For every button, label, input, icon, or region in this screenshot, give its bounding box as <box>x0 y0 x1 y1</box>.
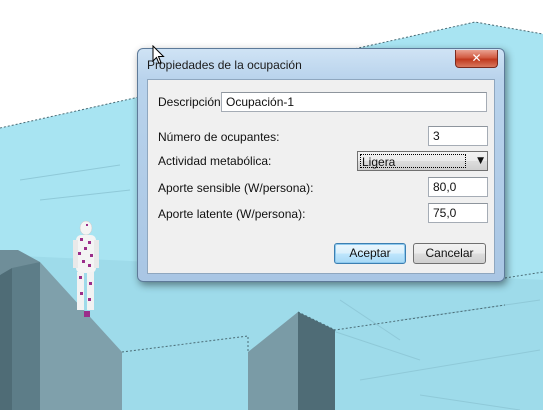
actividad-metabolica-label: Actividad metabólica: <box>158 154 272 168</box>
wall-left-inner <box>0 268 12 410</box>
actividad-metabolica-value: Ligera <box>360 154 466 169</box>
descripcion-input[interactable]: Ocupación-1 <box>221 92 487 112</box>
aporte-sensible-label: Aporte sensible (W/persona): <box>158 181 314 195</box>
aporte-sensible-input[interactable]: 80,0 <box>428 177 488 197</box>
cancelar-button[interactable]: Cancelar <box>413 243 486 264</box>
aceptar-button[interactable]: Aceptar <box>334 243 406 264</box>
aporte-latente-input[interactable]: 75,0 <box>428 203 488 223</box>
mouse-pointer-icon <box>152 45 165 65</box>
occupancy-properties-dialog: Propiedades de la ocupación ✕ Descripció… <box>137 48 505 282</box>
dialog-titlebar[interactable]: Propiedades de la ocupación ✕ <box>138 49 504 79</box>
numero-ocupantes-label: Número de ocupantes: <box>158 130 280 144</box>
wall-left-face <box>12 262 40 410</box>
close-button[interactable]: ✕ <box>455 50 498 68</box>
dialog-client-area: Descripción: Ocupación-1 Número de ocupa… <box>147 79 495 274</box>
aporte-latente-label: Aporte latente (W/persona): <box>158 207 306 221</box>
chevron-down-icon: ▼ <box>477 156 484 166</box>
dialog-title: Propiedades de la ocupación <box>147 58 302 72</box>
close-icon: ✕ <box>471 51 482 65</box>
numero-ocupantes-input[interactable]: 3 <box>428 126 488 146</box>
descripcion-label: Descripción: <box>158 95 225 109</box>
actividad-metabolica-select[interactable]: Ligera ▼ <box>357 151 488 171</box>
